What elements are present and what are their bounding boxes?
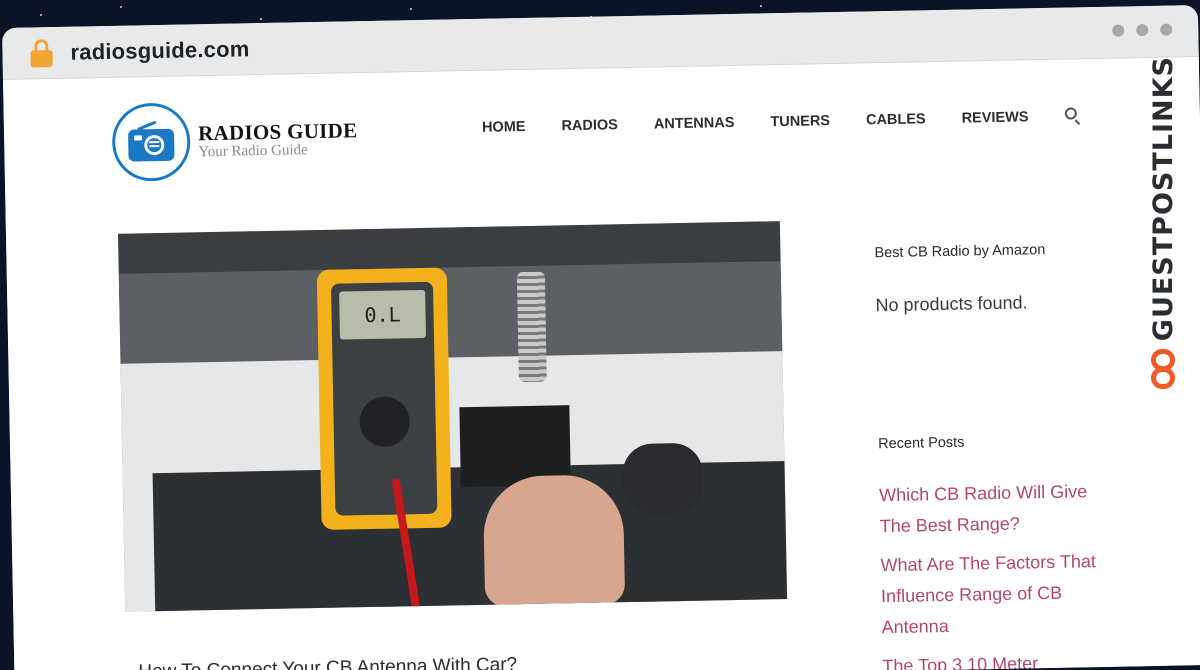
antenna-spring [516, 271, 547, 383]
recent-post-link[interactable]: Which CB Radio Will Give The Best Range? [879, 476, 1100, 542]
chain-link-icon [1148, 349, 1178, 390]
nav-item-reviews[interactable]: REVIEWS [961, 109, 1028, 126]
recent-posts-list: Which CB Radio Will Give The Best Range?… [879, 476, 1103, 670]
nav-item-cables[interactable]: CABLES [866, 111, 926, 128]
multimeter: 0.L [316, 267, 452, 530]
main-navigation: HOME RADIOS ANTENNAS TUNERS CABLES REVIE… [482, 107, 1083, 137]
logo-subtitle: Your Radio Guide [198, 142, 308, 161]
lock-icon [30, 38, 53, 67]
sidebar: Best CB Radio by Amazon No products foun… [874, 241, 1103, 670]
multimeter-display: 0.L [339, 289, 427, 340]
site-logo[interactable]: RADIOS GUIDE Your Radio Guide [111, 99, 358, 182]
recent-post-link[interactable]: What Are The Factors That Influence Rang… [880, 546, 1102, 643]
watermark-text: GUESTPOSTLINKS [1147, 56, 1179, 342]
nav-item-tuners[interactable]: TUNERS [770, 113, 830, 130]
window-dot-icon[interactable] [1136, 23, 1149, 37]
radio-logo-icon [111, 102, 191, 182]
search-icon[interactable] [1064, 107, 1082, 126]
hand [482, 474, 626, 607]
web-page: RADIOS GUIDE Your Radio Guide HOME RADIO… [2, 57, 1200, 670]
nav-item-antennas[interactable]: ANTENNAS [654, 115, 735, 133]
address-bar[interactable]: radiosguide.com [70, 36, 250, 65]
nav-item-home[interactable]: HOME [482, 119, 526, 136]
post-title-link[interactable]: How To Connect Your CB Antenna With Car? [138, 654, 517, 670]
window-controls [1112, 23, 1173, 37]
browser-window: radiosguide.com RADIOS GUIDE Your Radio … [2, 5, 1200, 670]
featured-image[interactable]: 0.L [117, 221, 788, 612]
recent-post-link[interactable]: The Top 3 10 Meter [882, 647, 1103, 670]
nav-item-radios[interactable]: RADIOS [561, 117, 618, 134]
window-dot-icon[interactable] [1160, 23, 1173, 36]
recent-posts-title: Recent Posts [877, 434, 965, 453]
widget-title: Best CB Radio by Amazon [874, 242, 1046, 262]
no-products-message: No products found. [875, 292, 1028, 316]
window-dot-icon[interactable] [1112, 24, 1125, 37]
watermark: GUESTPOSTLINKS [1138, 56, 1188, 390]
